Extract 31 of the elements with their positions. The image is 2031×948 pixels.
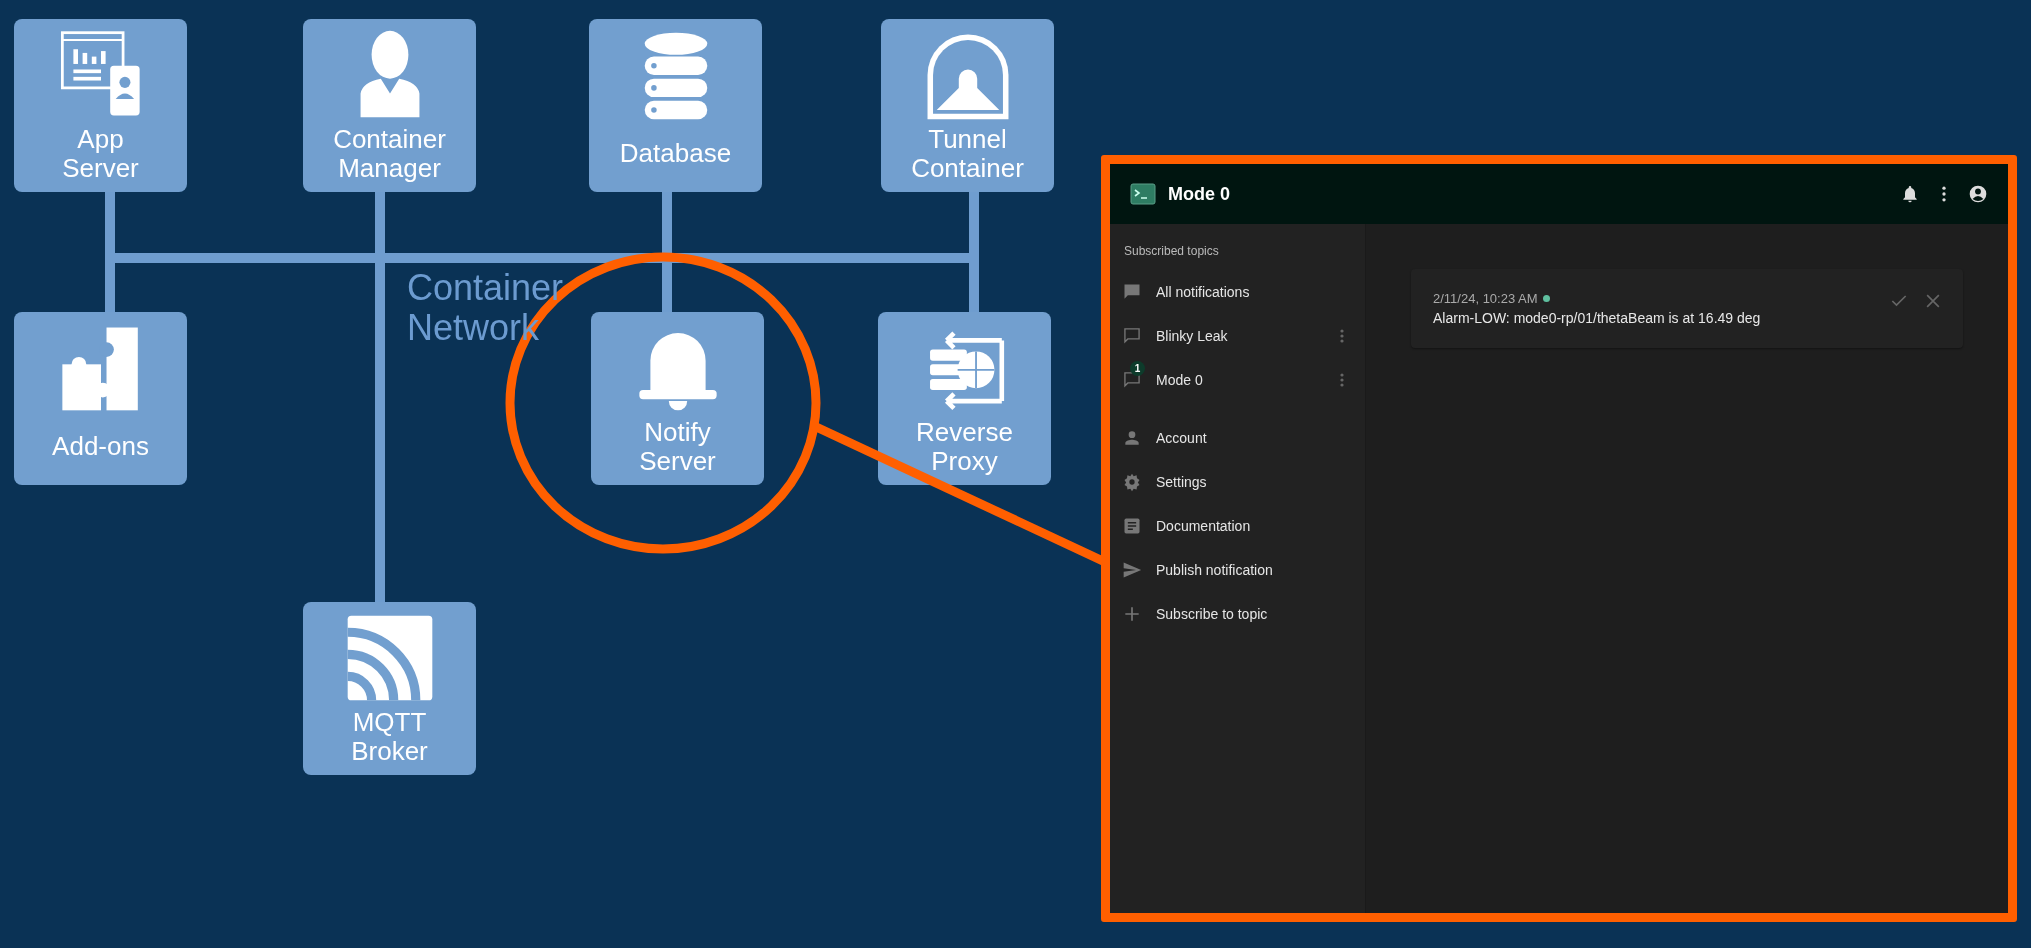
bell-icon[interactable]	[1900, 184, 1920, 204]
node-label: Add-ons	[52, 430, 149, 463]
nav-item[interactable]: Account	[1110, 416, 1365, 460]
unread-count-badge: 1	[1130, 361, 1145, 376]
chat-bubble-icon	[1122, 370, 1142, 390]
gear-icon	[1122, 472, 1142, 492]
chat-bubble-icon	[1122, 326, 1142, 346]
nav-item[interactable]: Documentation	[1110, 504, 1365, 548]
send-icon	[1122, 560, 1142, 580]
node-label: MQTT Broker	[351, 705, 428, 768]
node-label: Reverse Proxy	[916, 415, 1013, 478]
node-label: Container Manager	[333, 122, 446, 185]
app-title: Mode 0	[1168, 183, 1230, 205]
topic-item[interactable]: Blinky Leak	[1110, 314, 1365, 358]
node-label: Tunnel Container	[911, 122, 1024, 185]
topic-item[interactable]: All notifications	[1110, 270, 1365, 314]
notification-message: Alarm-LOW: mode0-rp/01/thetaBeam is at 16.49 deg	[1433, 310, 1761, 326]
document-icon	[1122, 516, 1142, 536]
person-icon	[1122, 428, 1142, 448]
account-circle-icon[interactable]	[1968, 184, 1988, 204]
nav-item[interactable]: Settings	[1110, 460, 1365, 504]
node-label: Notify Server	[639, 415, 716, 478]
node-label: App Server	[62, 122, 139, 185]
topic-item[interactable]: 1 Mode 0	[1110, 358, 1365, 402]
nav-item[interactable]: Publish notification	[1110, 548, 1365, 592]
notification-time: 2/11/24, 10:23 AM	[1433, 291, 1538, 306]
plus-icon	[1122, 604, 1142, 624]
node-label: Database	[619, 137, 732, 170]
sidebar-heading: Subscribed topics	[1123, 243, 1220, 260]
nav-item[interactable]: Subscribe to topic	[1110, 592, 1365, 636]
terminal-logo-icon	[1130, 183, 1156, 205]
